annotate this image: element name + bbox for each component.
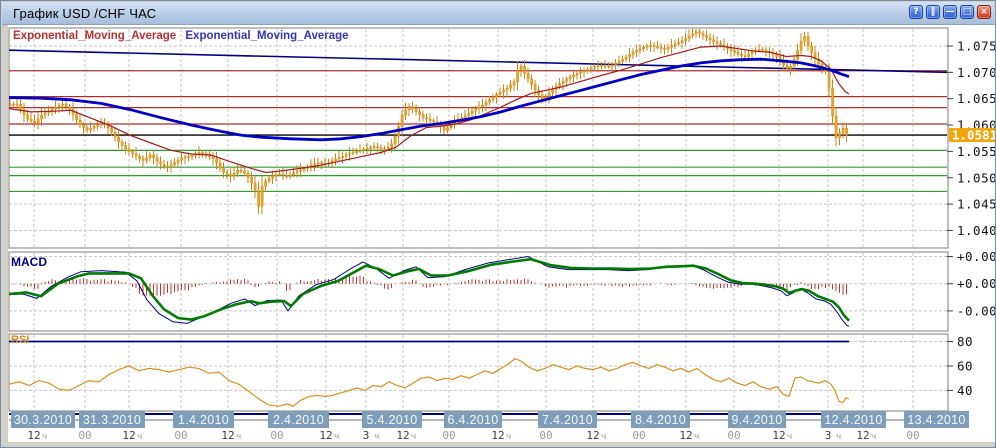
svg-text:12: 12: [856, 429, 869, 442]
date-label: 31.3.2010: [83, 413, 141, 427]
date-label: 5.4.2010: [366, 413, 417, 427]
svg-text:3: 3: [825, 429, 832, 442]
svg-text:3: 3: [363, 429, 370, 442]
date-label: 12.4.2010: [824, 413, 882, 427]
macd-label: MACD: [11, 255, 47, 269]
svg-text:+0.005: +0.005: [957, 249, 996, 264]
titlebar[interactable]: График USD /CHF ЧАС ? ∥ — □ ×: [2, 2, 994, 25]
svg-text:00: 00: [442, 429, 455, 442]
svg-text:80: 80: [957, 334, 973, 349]
indicator-legend: Exponential_Moving_Average Exponential_M…: [13, 30, 349, 42]
close-icon: ×: [980, 7, 988, 17]
time-label: 00: [442, 429, 455, 442]
svg-text:ч: ч: [42, 432, 47, 442]
time-label: 00: [174, 429, 187, 442]
date-label: 13.4.2010: [907, 413, 965, 427]
svg-text:12: 12: [122, 429, 135, 442]
date-label: 8.4.2010: [635, 413, 686, 427]
svg-text:ч: ч: [836, 432, 841, 442]
date-label: 30.3.2010: [14, 413, 72, 427]
svg-text:1.0550: 1.0550: [957, 144, 996, 159]
svg-text:ч: ч: [601, 432, 606, 442]
date-label: 2.4.2010: [273, 413, 324, 427]
svg-text:12: 12: [319, 429, 332, 442]
svg-text:ч: ч: [334, 432, 339, 442]
pause-icon: ∥: [931, 7, 936, 17]
window-controls: ? ∥ — □ ×: [909, 5, 991, 19]
pause-button[interactable]: ∥: [926, 5, 940, 19]
svg-text:00: 00: [539, 429, 552, 442]
svg-text:12: 12: [27, 429, 40, 442]
svg-text:ч: ч: [411, 432, 416, 442]
svg-text:60: 60: [957, 358, 973, 373]
svg-text:12: 12: [772, 429, 785, 442]
svg-text:ч: ч: [236, 432, 241, 442]
svg-text:-0.005: -0.005: [957, 303, 996, 318]
chart-window: 1.07501.07001.06501.06001.05501.05001.04…: [0, 0, 996, 448]
svg-text:40: 40: [957, 383, 973, 398]
svg-text:1.0500: 1.0500: [957, 170, 996, 185]
svg-text:00: 00: [78, 429, 91, 442]
svg-text:ч: ч: [787, 432, 792, 442]
date-label: 1.4.2010: [178, 413, 229, 427]
svg-text:ч: ч: [694, 432, 699, 442]
minimize-icon: —: [946, 7, 955, 17]
svg-text:1.0750: 1.0750: [957, 39, 996, 54]
svg-text:12: 12: [396, 429, 409, 442]
minimize-button[interactable]: —: [943, 5, 957, 19]
restore-icon: □: [963, 7, 972, 17]
svg-text:1.0581: 1.0581: [952, 128, 996, 143]
svg-text:00: 00: [174, 429, 187, 442]
svg-text:ч: ч: [871, 432, 876, 442]
time-label: 00: [632, 429, 645, 442]
chart-canvas[interactable]: 1.07501.07001.06501.06001.05501.05001.04…: [1, 1, 996, 448]
svg-text:+0.000: +0.000: [957, 276, 996, 291]
svg-text:12: 12: [491, 429, 504, 442]
legend-ema-fast: Exponential_Moving_Average: [13, 30, 176, 42]
date-label: 9.4.2010: [731, 413, 782, 427]
help-button[interactable]: ?: [909, 5, 923, 19]
svg-text:12: 12: [586, 429, 599, 442]
time-label: 00: [78, 429, 91, 442]
rsi-label: RSI: [11, 334, 29, 346]
svg-text:1.0400: 1.0400: [957, 223, 996, 238]
legend-ema-slow: Exponential_Moving_Average: [185, 30, 348, 42]
svg-text:ч: ч: [374, 432, 379, 442]
svg-text:00: 00: [270, 429, 283, 442]
window-title: График USD /CHF ЧАС: [13, 6, 156, 21]
time-label: 00: [727, 429, 740, 442]
time-label: 00: [270, 429, 283, 442]
time-label: 00: [906, 429, 919, 442]
help-icon: ?: [913, 7, 918, 17]
time-label: 00: [539, 429, 552, 442]
svg-text:12: 12: [221, 429, 234, 442]
date-label: 7.4.2010: [542, 413, 593, 427]
svg-text:00: 00: [727, 429, 740, 442]
svg-text:1.0650: 1.0650: [957, 91, 996, 106]
close-button[interactable]: ×: [977, 5, 991, 19]
svg-text:1.0450: 1.0450: [957, 197, 996, 212]
svg-text:12: 12: [679, 429, 692, 442]
svg-text:ч: ч: [506, 432, 511, 442]
svg-text:1.0700: 1.0700: [957, 65, 996, 80]
date-label: 6.4.2010: [447, 413, 498, 427]
restore-button[interactable]: □: [960, 5, 974, 19]
svg-text:00: 00: [632, 429, 645, 442]
svg-text:00: 00: [906, 429, 919, 442]
svg-text:ч: ч: [137, 432, 142, 442]
